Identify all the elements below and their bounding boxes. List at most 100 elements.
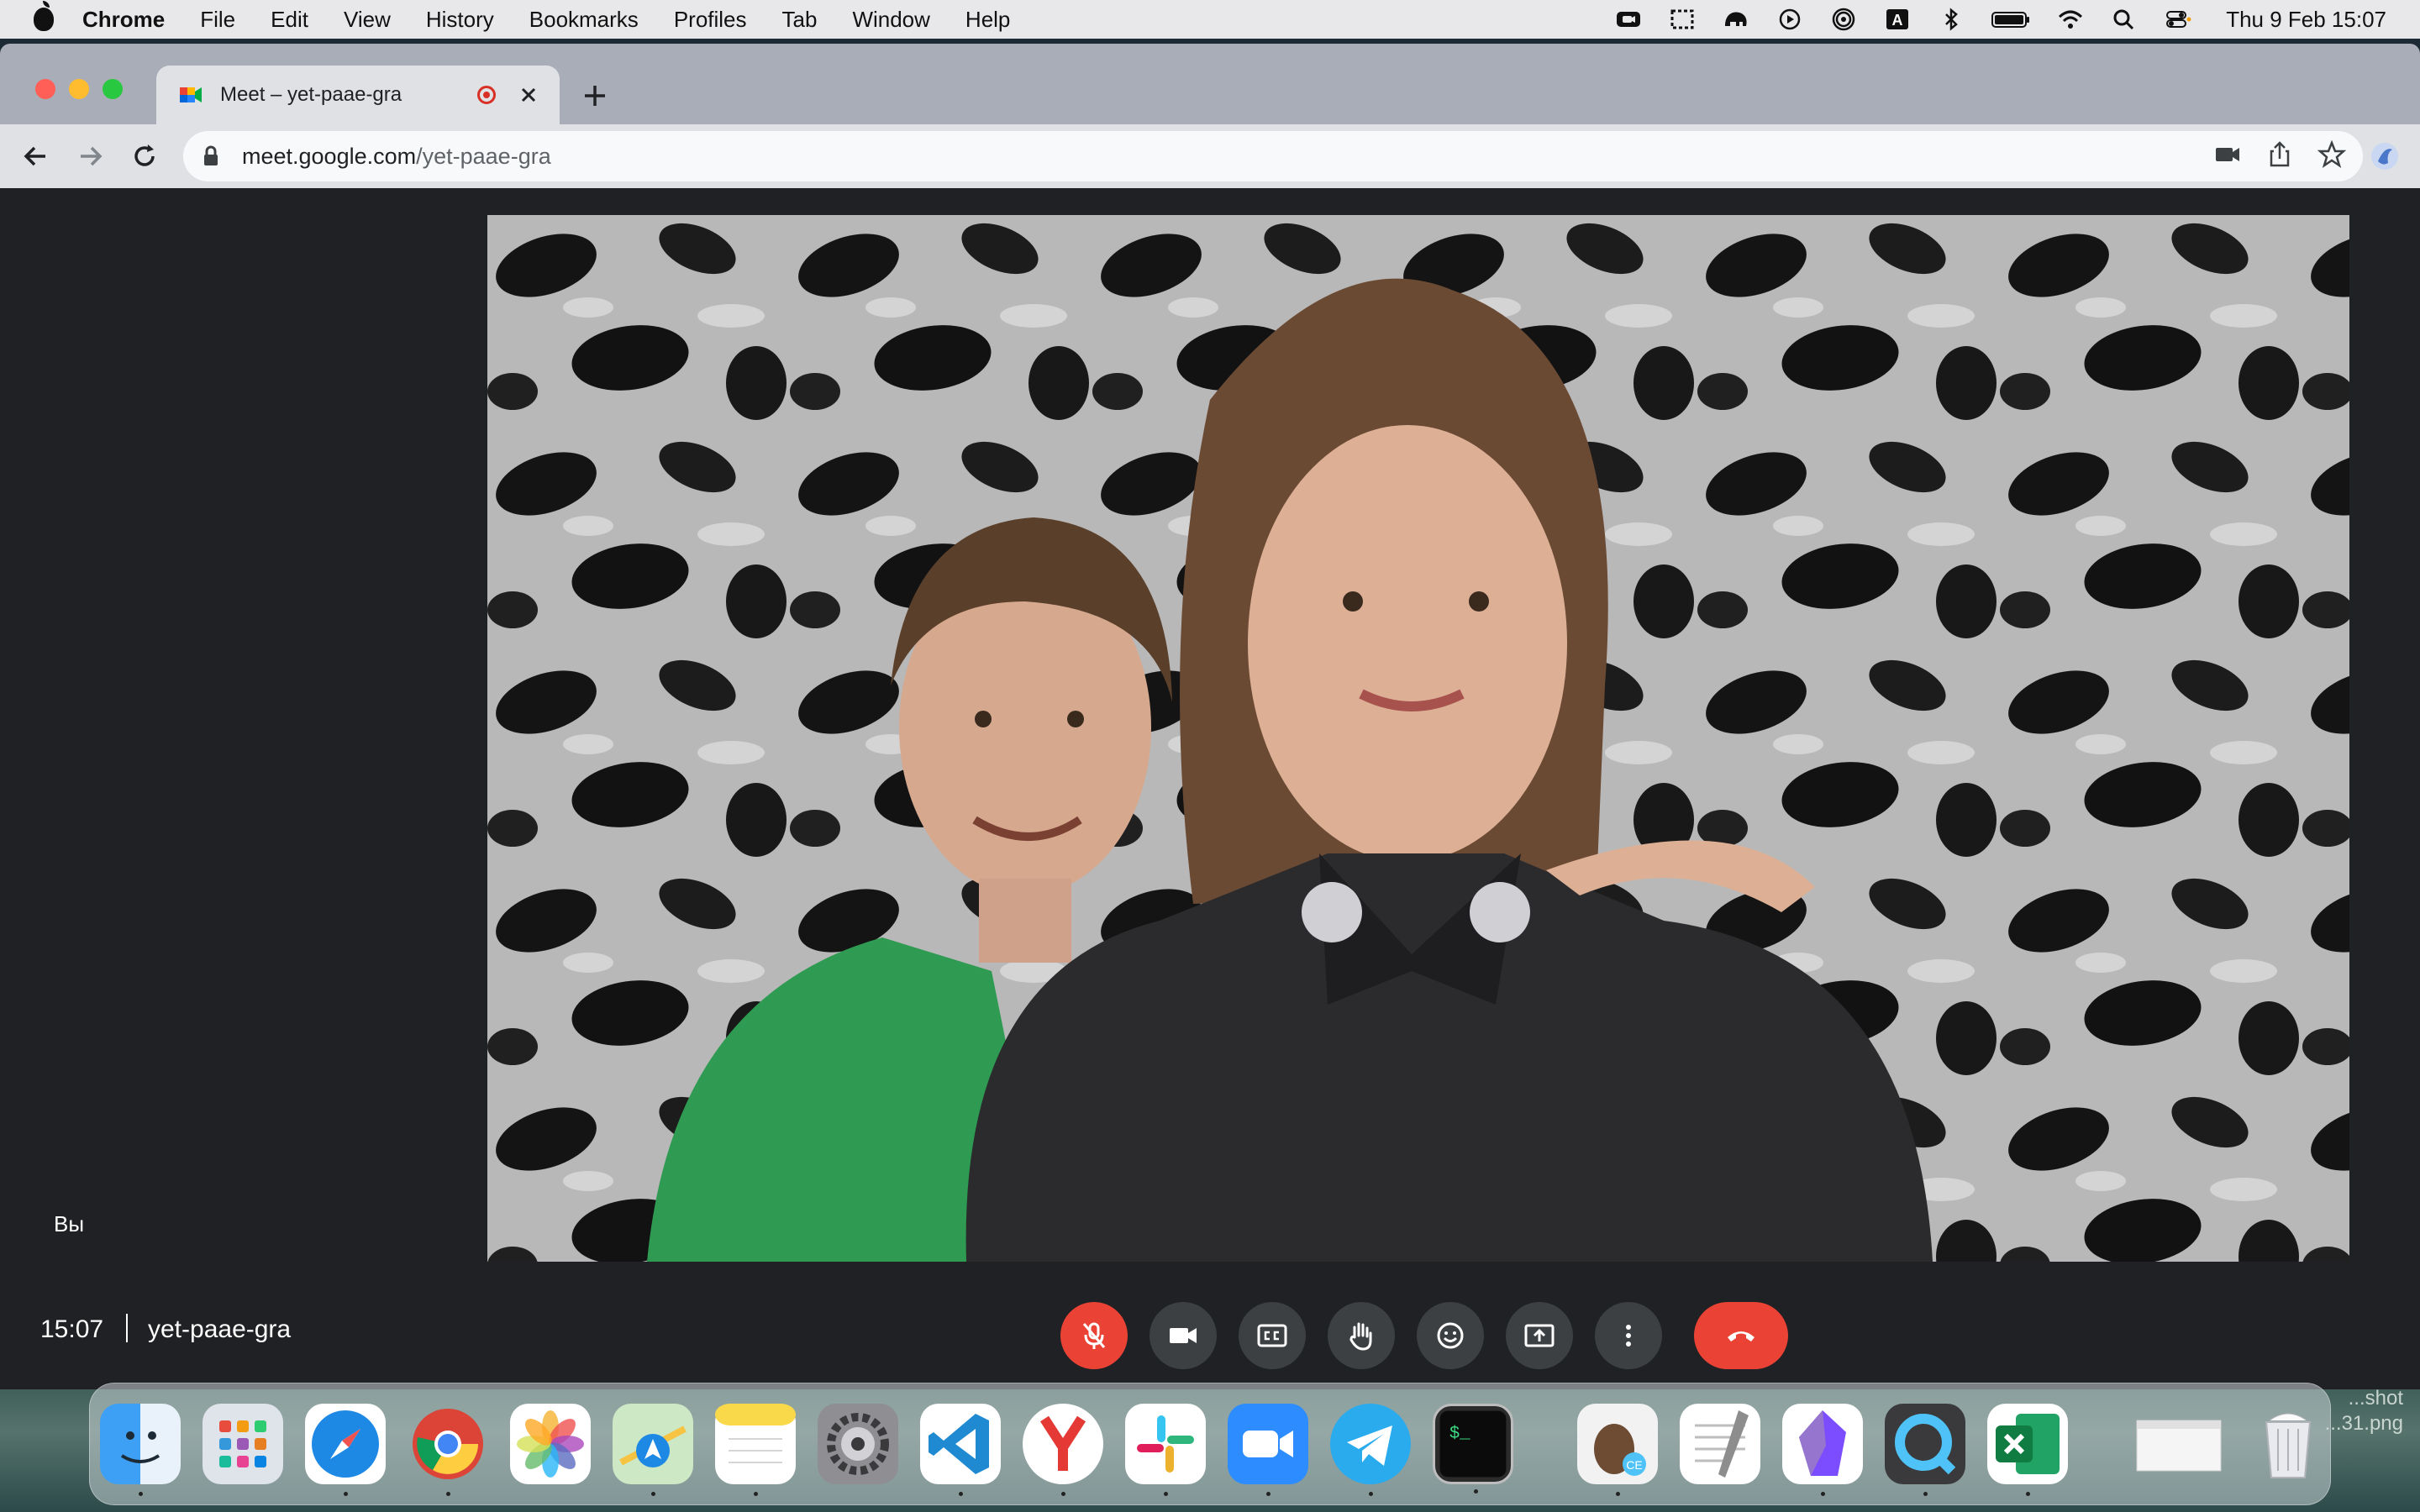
running-indicator bbox=[1923, 1492, 1928, 1496]
screenshot-file-icon[interactable] bbox=[2132, 1404, 2226, 1484]
battery-icon[interactable] bbox=[1991, 8, 2031, 31]
raise-hand-button[interactable] bbox=[1328, 1302, 1395, 1369]
running-indicator bbox=[2026, 1492, 2030, 1496]
vscode-icon[interactable] bbox=[920, 1404, 1001, 1496]
present-screen-button[interactable] bbox=[1506, 1302, 1573, 1369]
input-source-icon[interactable]: A bbox=[1883, 8, 1912, 31]
forward-icon[interactable] bbox=[76, 141, 106, 171]
tab-meet[interactable]: Meet – yet-paae-gra bbox=[156, 66, 560, 124]
raise-hand-icon bbox=[1349, 1322, 1372, 1351]
menu-help[interactable]: Help bbox=[965, 7, 1010, 33]
trash-icon[interactable] bbox=[2248, 1404, 2328, 1484]
menu-clock[interactable]: Thu 9 Feb 15:07 bbox=[2226, 7, 2386, 33]
photos-icon[interactable] bbox=[510, 1404, 591, 1484]
self-video-tile[interactable] bbox=[487, 215, 2349, 1262]
menu-bar: Chrome File Edit View History Bookmarks … bbox=[0, 0, 2420, 39]
play-icon[interactable] bbox=[1776, 8, 1804, 31]
desktop-file-label[interactable]: ...shot ...31.png bbox=[2325, 1386, 2403, 1436]
slack-icon[interactable] bbox=[1125, 1404, 1206, 1496]
recording-indicator-icon bbox=[477, 86, 496, 104]
cheat-engine-icon[interactable]: CE bbox=[1577, 1404, 1658, 1496]
zoom-icon[interactable] bbox=[1228, 1404, 1308, 1496]
safari-icon[interactable] bbox=[305, 1404, 386, 1496]
mic-off-icon bbox=[1082, 1322, 1106, 1349]
share-icon[interactable] bbox=[2265, 140, 2294, 173]
menu-window[interactable]: Window bbox=[852, 7, 929, 33]
profile-avatar-icon[interactable] bbox=[2370, 141, 2400, 171]
telegram-icon[interactable] bbox=[1330, 1404, 1411, 1496]
cheat-engine-badge: CE bbox=[1626, 1458, 1642, 1472]
menu-tab[interactable]: Tab bbox=[782, 7, 818, 33]
elephant-icon[interactable] bbox=[1722, 8, 1750, 31]
menu-edit[interactable]: Edit bbox=[271, 7, 308, 33]
apple-menu-icon[interactable] bbox=[34, 1, 54, 31]
screenshot-icon[interactable] bbox=[1668, 8, 1697, 31]
meeting-code[interactable]: yet-paae-gra bbox=[148, 1315, 291, 1344]
menu-bookmarks[interactable]: Bookmarks bbox=[529, 7, 639, 33]
running-indicator bbox=[1266, 1492, 1270, 1496]
lock-icon[interactable] bbox=[202, 145, 220, 167]
status-menu-area: A Thu 9 Feb 15:07 bbox=[1614, 0, 2386, 39]
chrome-icon[interactable] bbox=[408, 1404, 488, 1496]
menu-view[interactable]: View bbox=[344, 7, 391, 33]
quicktime-icon[interactable] bbox=[1885, 1404, 1965, 1496]
running-indicator bbox=[651, 1492, 655, 1496]
menu-file[interactable]: File bbox=[200, 7, 235, 33]
meet-stage: Вы 15:07 yet-paae-gra bbox=[0, 188, 2420, 1389]
address-bar[interactable]: meet.google.com/yet-paae-gra bbox=[183, 131, 2363, 181]
minimize-window-button[interactable] bbox=[69, 79, 89, 99]
terminal-prompt-text: $_ bbox=[1449, 1425, 1470, 1444]
mic-toggle-button[interactable] bbox=[1060, 1302, 1128, 1369]
browser-toolbar: meet.google.com/yet-paae-gra bbox=[0, 124, 2420, 188]
menu-history[interactable]: History bbox=[426, 7, 494, 33]
running-indicator bbox=[959, 1492, 963, 1496]
control-center-icon[interactable] bbox=[2164, 8, 2192, 31]
menu-profiles[interactable]: Profiles bbox=[674, 7, 747, 33]
bookmark-star-icon[interactable] bbox=[2317, 139, 2347, 173]
dock: $_ CE bbox=[89, 1383, 2331, 1505]
system-settings-icon[interactable] bbox=[818, 1404, 898, 1484]
present-screen-icon bbox=[1524, 1324, 1555, 1347]
airdrop-icon[interactable] bbox=[1829, 8, 1858, 31]
back-icon[interactable] bbox=[20, 141, 50, 171]
meeting-time: 15:07 bbox=[40, 1315, 104, 1343]
finder-icon[interactable] bbox=[100, 1404, 181, 1496]
running-indicator bbox=[1061, 1492, 1065, 1496]
input-source-letter: A bbox=[1892, 12, 1903, 29]
reload-icon[interactable] bbox=[129, 141, 160, 171]
bluetooth-icon[interactable] bbox=[1937, 8, 1965, 31]
menu-app-name[interactable]: Chrome bbox=[82, 7, 165, 33]
close-window-button[interactable] bbox=[35, 79, 55, 99]
video-feed-image bbox=[487, 215, 2349, 1262]
leave-call-button[interactable] bbox=[1694, 1302, 1788, 1369]
reactions-button[interactable] bbox=[1417, 1302, 1484, 1369]
meet-control-bar: 15:07 yet-paae-gra bbox=[0, 1289, 2420, 1373]
tab-title: Meet – yet-paae-gra bbox=[220, 83, 402, 106]
camera-toggle-button[interactable] bbox=[1150, 1302, 1217, 1369]
call-controls bbox=[1060, 1302, 1788, 1369]
running-indicator bbox=[344, 1492, 348, 1496]
camera-status-icon[interactable] bbox=[1614, 8, 1643, 31]
textedit-icon[interactable] bbox=[1680, 1404, 1760, 1484]
spotlight-icon[interactable] bbox=[2110, 8, 2139, 31]
url-path: /yet-paae-gra bbox=[416, 143, 551, 169]
running-indicator bbox=[1369, 1492, 1373, 1496]
launchpad-icon[interactable] bbox=[203, 1404, 283, 1484]
obsidian-icon[interactable] bbox=[1782, 1404, 1863, 1496]
excel-icon[interactable] bbox=[1987, 1404, 2068, 1496]
more-options-button[interactable] bbox=[1595, 1302, 1662, 1369]
self-participant-label: Вы bbox=[54, 1211, 85, 1236]
fullscreen-window-button[interactable] bbox=[103, 79, 123, 99]
camera-in-use-icon[interactable] bbox=[2213, 140, 2242, 173]
yandex-browser-icon[interactable] bbox=[1023, 1404, 1103, 1496]
tab-close-icon[interactable] bbox=[518, 84, 539, 106]
notes-icon[interactable] bbox=[715, 1404, 796, 1496]
video-camera-icon bbox=[1170, 1328, 1197, 1343]
terminal-icon[interactable]: $_ bbox=[1433, 1404, 1513, 1494]
wifi-icon[interactable] bbox=[2056, 8, 2085, 31]
captions-button[interactable] bbox=[1239, 1302, 1306, 1369]
new-tab-icon[interactable] bbox=[580, 81, 610, 111]
maps-icon[interactable] bbox=[613, 1404, 693, 1496]
running-indicator bbox=[139, 1492, 143, 1496]
url-host: meet.google.com bbox=[242, 143, 417, 169]
